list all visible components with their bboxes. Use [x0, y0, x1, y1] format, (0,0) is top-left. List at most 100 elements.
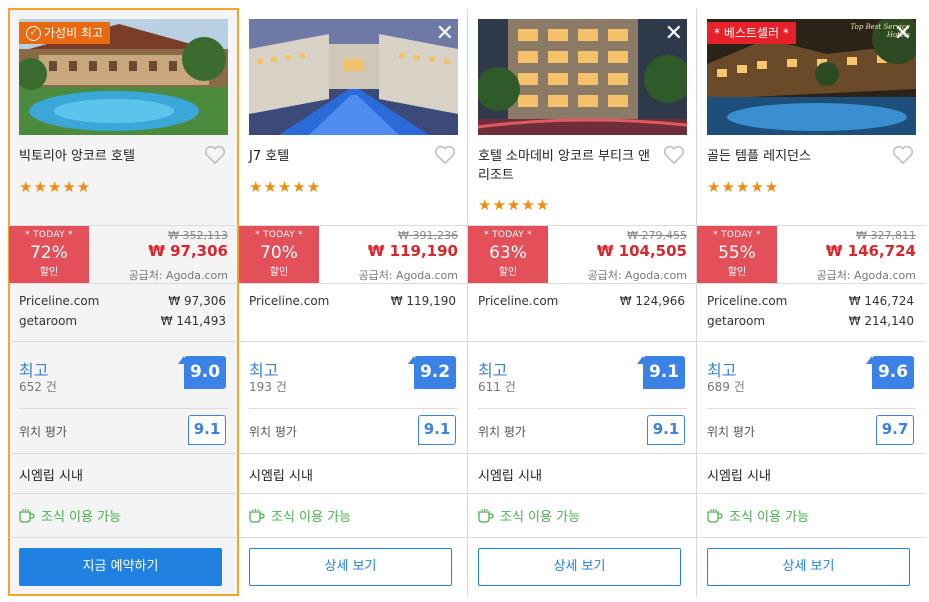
today-label: * TODAY *	[713, 230, 761, 240]
deal-section: * TODAY * 70% 할인 ₩ 391,236 ₩ 119,190 공급처…	[239, 225, 468, 284]
area-label: 시엠립 시내	[697, 453, 926, 493]
provider-row[interactable]: Priceline.com ₩ 119,190	[249, 294, 456, 308]
coffee-cup-icon	[19, 508, 35, 523]
provider-list: Priceline.com ₩ 119,190	[239, 283, 468, 341]
review-count[interactable]: 611 건	[478, 378, 516, 395]
rating-score: 9.6	[866, 356, 914, 389]
action-area: 상세 보기	[468, 537, 697, 597]
deal-price[interactable]: ₩ 119,190	[368, 242, 458, 260]
star-rating: ★★★★★	[707, 178, 780, 196]
original-price: ₩ 391,236	[398, 229, 458, 242]
provider-row[interactable]: getaroom ₩ 141,493	[19, 314, 226, 328]
original-price: ₩ 352,113	[168, 229, 228, 242]
review-count[interactable]: 652 건	[19, 378, 57, 395]
divider	[478, 408, 687, 409]
today-label: * TODAY *	[484, 230, 532, 240]
supplier-label: 공급처: Agoda.com	[816, 269, 916, 282]
location-score: 9.1	[418, 415, 456, 445]
breakfast-info: 조식 이용 가능	[468, 493, 697, 537]
rating-section: 최고 611 건 9.1 위치 평가 9.1	[468, 341, 697, 453]
provider-list: Priceline.com ₩ 97,306 getaroom ₩ 141,493	[9, 283, 238, 341]
star-rating: ★★★★★	[19, 178, 92, 196]
provider-price: ₩ 214,140	[848, 314, 914, 328]
discount-label: 할인	[498, 267, 518, 278]
provider-row[interactable]: Priceline.com ₩ 124,966	[478, 294, 685, 308]
location-score: 9.7	[876, 415, 914, 445]
book-now-button[interactable]: 지금 예약하기	[19, 548, 222, 586]
deal-section: * TODAY * 55% 할인 ₩ 327,811 ₩ 146,724 공급처…	[697, 225, 926, 284]
provider-row[interactable]: getaroom ₩ 214,140	[707, 314, 914, 328]
provider-price: ₩ 119,190	[390, 294, 456, 308]
location-label: 위치 평가	[19, 425, 67, 439]
provider-name: Priceline.com	[707, 294, 788, 308]
heart-icon[interactable]	[434, 145, 456, 165]
provider-name: getaroom	[19, 314, 78, 328]
hotel-photo[interactable]	[249, 19, 458, 135]
supplier-label: 공급처: Agoda.com	[128, 269, 228, 282]
deal-section: * TODAY * 72% 할인 ₩ 352,113 ₩ 97,306 공급처:…	[9, 225, 238, 284]
provider-list: Priceline.com ₩ 124,966	[468, 283, 697, 341]
provider-price: ₩ 141,493	[160, 314, 226, 328]
coffee-cup-icon	[707, 508, 723, 523]
discount-percent: 55%	[718, 243, 756, 263]
close-icon[interactable]: ✕	[665, 23, 683, 45]
discount-label: 할인	[39, 267, 59, 278]
provider-name: Priceline.com	[478, 294, 559, 308]
breakfast-label: 조식 이용 가능	[271, 510, 352, 525]
provider-list: Priceline.com ₩ 146,724 getaroom ₩ 214,140	[697, 283, 926, 341]
discount-box: * TODAY * 72% 할인	[9, 226, 89, 284]
rating-section: 최고 652 건 9.0 위치 평가 9.1	[9, 341, 238, 453]
location-label: 위치 평가	[249, 425, 297, 439]
hotel-photo[interactable]	[478, 19, 687, 135]
close-icon[interactable]: ✕	[894, 23, 912, 45]
star-rating: ★★★★★	[478, 196, 551, 214]
bestseller-badge: * 베스트셀러 *	[707, 22, 796, 44]
location-score: 9.1	[188, 415, 226, 445]
action-area: 상세 보기	[239, 537, 468, 597]
heart-icon[interactable]	[663, 145, 685, 165]
supplier-label: 공급처: Agoda.com	[358, 269, 458, 282]
hotel-name[interactable]: 빅토리아 앙코르 호텔	[19, 147, 204, 166]
hotel-card-4: Top Best Service Hotels * 베스트셀러 * ✕ 골든 템…	[697, 9, 926, 597]
rating-score: 9.2	[408, 356, 456, 389]
provider-row[interactable]: Priceline.com ₩ 97,306	[19, 294, 226, 308]
divider	[707, 408, 916, 409]
discount-percent: 72%	[30, 243, 68, 263]
hotel-name[interactable]: J7 호텔	[249, 147, 434, 166]
area-label: 시엠립 시내	[239, 453, 468, 493]
provider-price: ₩ 97,306	[168, 294, 226, 308]
breakfast-label: 조식 이용 가능	[500, 510, 581, 525]
deal-price[interactable]: ₩ 104,505	[597, 242, 687, 260]
breakfast-info: 조식 이용 가능	[239, 493, 468, 537]
details-button[interactable]: 상세 보기	[249, 548, 452, 586]
original-price: ₩ 327,811	[856, 229, 916, 242]
breakfast-info: 조식 이용 가능	[9, 493, 238, 537]
location-label: 위치 평가	[707, 425, 755, 439]
value-badge: ✓ 가성비 최고	[19, 22, 111, 44]
provider-row[interactable]: Priceline.com ₩ 146,724	[707, 294, 914, 308]
heart-icon[interactable]	[892, 145, 914, 165]
close-icon[interactable]: ✕	[436, 23, 454, 45]
breakfast-label: 조식 이용 가능	[729, 510, 810, 525]
hotel-name[interactable]: 호텔 소마데비 앙코르 부티크 앤 리조트	[478, 147, 663, 185]
location-label: 위치 평가	[478, 425, 526, 439]
details-button[interactable]: 상세 보기	[478, 548, 681, 586]
deal-price[interactable]: ₩ 97,306	[148, 242, 228, 260]
star-rating: ★★★★★	[249, 178, 322, 196]
review-count[interactable]: 193 건	[249, 378, 287, 395]
today-label: * TODAY *	[25, 230, 73, 240]
area-label: 시엠립 시내	[9, 453, 238, 493]
heart-icon[interactable]	[204, 145, 226, 165]
provider-name: Priceline.com	[19, 294, 100, 308]
breakfast-label: 조식 이용 가능	[41, 510, 122, 525]
provider-price: ₩ 124,966	[619, 294, 685, 308]
discount-box: * TODAY * 55% 할인	[697, 226, 777, 284]
hotel-name[interactable]: 골든 템플 레지던스	[707, 147, 892, 166]
deal-price[interactable]: ₩ 146,724	[826, 242, 916, 260]
details-button[interactable]: 상세 보기	[707, 548, 910, 586]
badge-icon: ✓	[26, 25, 41, 41]
badge-label: 가성비 최고	[44, 26, 104, 40]
action-area: 지금 예약하기	[9, 537, 238, 597]
review-count[interactable]: 689 건	[707, 378, 745, 395]
today-label: * TODAY *	[255, 230, 303, 240]
